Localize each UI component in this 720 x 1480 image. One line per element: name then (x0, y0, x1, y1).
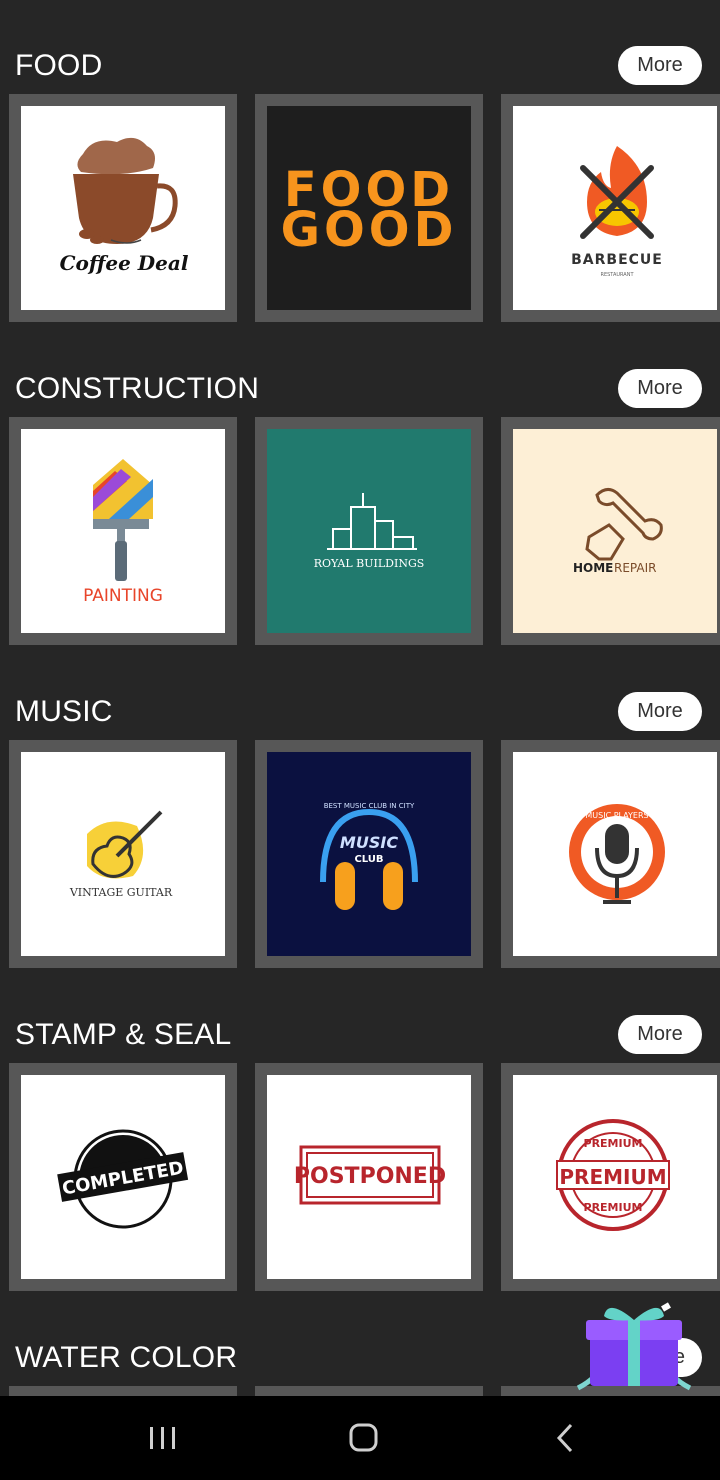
back-icon[interactable] (541, 1414, 589, 1462)
logo-template-food-good[interactable]: FOOD GOOD (255, 94, 483, 322)
headphones-icon: BEST MUSIC CLUB IN CITY MUSIC CLUB (320, 802, 418, 910)
logo-template-vintage-guitar[interactable]: VINTAGE GUITAR (9, 740, 237, 968)
tile-arc-text: BEST MUSIC CLUB IN CITY (324, 802, 415, 810)
section-title: MUSIC (15, 695, 113, 728)
recent-apps-icon[interactable] (139, 1414, 187, 1462)
logo-template-partial[interactable] (9, 1386, 237, 1396)
logo-template-completed[interactable]: COMPLETED (9, 1063, 237, 1291)
logo-template-music-players[interactable]: MUSIC PLAYERS (501, 740, 720, 968)
section-title: STAMP & SEAL (15, 1018, 232, 1051)
logo-template-postponed[interactable]: POSTPONED (255, 1063, 483, 1291)
coffee-cup-icon: Coffee Deal (60, 137, 189, 275)
more-button[interactable]: More (618, 46, 702, 85)
logo-template-premium[interactable]: PREMIUM PREMIUM PREMIUM (501, 1063, 720, 1291)
tile-label: PAINTING (83, 586, 163, 606)
home-icon[interactable] (339, 1414, 387, 1462)
tile-label: BARBECUE (571, 252, 663, 268)
postponed-stamp-icon: POSTPONED (294, 1145, 446, 1205)
section-title: FOOD (15, 49, 103, 82)
food-good-logo: FOOD GOOD (281, 162, 458, 258)
tile-label: PREMIUM (559, 1165, 666, 1189)
logo-template-coffee-deal[interactable]: Coffee Deal (9, 94, 237, 322)
logo-template-home-repair[interactable]: HOME REPAIR (501, 417, 720, 645)
logo-template-music-club[interactable]: BEST MUSIC CLUB IN CITY MUSIC CLUB (255, 740, 483, 968)
section-title: CONSTRUCTION (15, 372, 260, 405)
tile-label: ROYAL BUILDINGS (314, 557, 425, 570)
premium-seal-icon: PREMIUM PREMIUM PREMIUM (556, 1119, 670, 1231)
tile-arc-bottom: PREMIUM (584, 1201, 643, 1214)
completed-stamp-icon: COMPLETED (57, 1129, 189, 1229)
tile-sublabel: CLUB (354, 854, 383, 865)
more-button[interactable]: More (618, 692, 702, 731)
tile-label-line2: GOOD (281, 202, 458, 258)
more-button[interactable]: More (618, 1015, 702, 1054)
tile-label: POSTPONED (294, 1164, 446, 1189)
tile-arc-top: PREMIUM (584, 1137, 643, 1150)
guitar-icon: VINTAGE GUITAR (69, 810, 173, 899)
tile-label: VINTAGE GUITAR (69, 886, 173, 899)
tile-label: MUSIC (340, 833, 398, 852)
tile-label-a: HOME (573, 561, 613, 575)
logo-template-royal-buildings[interactable]: ROYAL BUILDINGS (255, 417, 483, 645)
paint-roller-icon: PAINTING (83, 459, 163, 606)
wrench-icon: HOME REPAIR (573, 488, 663, 575)
section-title: WATER COLOR (15, 1341, 238, 1374)
gift-box-icon[interactable] (576, 1302, 692, 1394)
buildings-icon: ROYAL BUILDINGS (314, 493, 425, 570)
logo-template-partial[interactable] (255, 1386, 483, 1396)
navigation-bar (0, 1396, 720, 1480)
more-button[interactable]: More (618, 369, 702, 408)
tile-sublabel: RESTAURANT (600, 272, 634, 278)
logo-template-painting[interactable]: PAINTING (9, 417, 237, 645)
barbecue-grill-icon: BARBECUE RESTAURANT (571, 146, 663, 278)
tile-label-b: REPAIR (614, 561, 656, 575)
logo-template-barbecue[interactable]: BARBECUE RESTAURANT (501, 94, 720, 322)
microphone-icon: MUSIC PLAYERS (569, 804, 665, 904)
tile-arc-text: MUSIC PLAYERS (585, 811, 648, 820)
tile-label: Coffee Deal (60, 251, 189, 275)
